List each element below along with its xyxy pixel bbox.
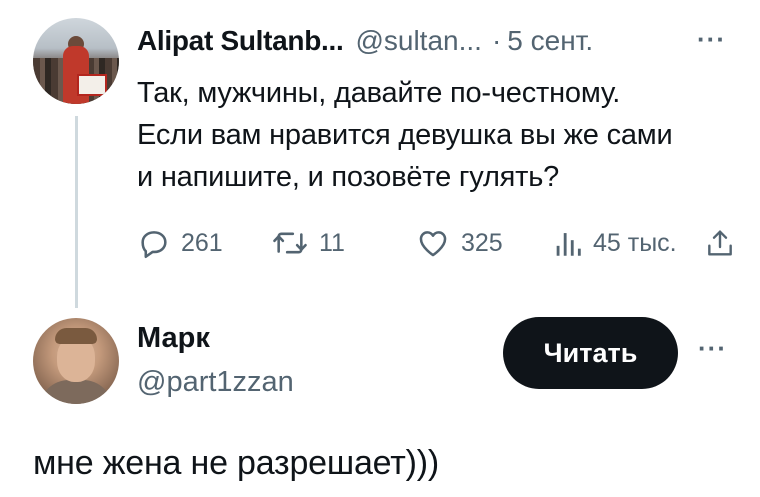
tweet-text-line: Если вам нравится девушка вы же сами — [137, 119, 673, 151]
views-count: 45 тыс. — [593, 228, 677, 257]
author-handle[interactable]: @sultan... — [355, 24, 481, 58]
reply-icon — [141, 231, 167, 259]
share-button[interactable] — [704, 226, 736, 260]
share-icon — [708, 230, 732, 256]
reply-text: мне жена не разрешает))) — [33, 444, 439, 482]
avatar-shirt — [39, 380, 113, 404]
tweet-actions-bar: 261 11 325 45 тыс. — [137, 226, 737, 266]
avatar-sign — [77, 74, 107, 96]
tweet-header: Alipat Sultanb... @sultan... · 5 сент. — [137, 24, 593, 58]
retweet-count: 11 — [319, 228, 345, 257]
avatar-hair — [55, 328, 97, 344]
views-button[interactable]: 45 тыс. — [553, 226, 677, 260]
reply-author-handle[interactable]: @part1zzan — [137, 366, 294, 399]
thread-connector-line — [75, 116, 78, 308]
views-icon — [556, 233, 581, 256]
like-icon — [419, 231, 447, 257]
reply-author-name[interactable]: Марк — [137, 322, 210, 355]
reply-author-avatar[interactable] — [33, 318, 119, 404]
tweet-more-button[interactable]: ··· — [697, 24, 726, 55]
author-avatar[interactable] — [33, 18, 119, 104]
author-name[interactable]: Alipat Sultanb... — [137, 24, 344, 58]
tweet-text: Так, мужчины, давайте по-честному. Если … — [137, 72, 737, 198]
like-button[interactable]: 325 — [415, 226, 503, 260]
like-count: 325 — [461, 228, 503, 257]
tweet-date[interactable]: 5 сент. — [507, 24, 593, 58]
reply-count: 261 — [181, 228, 223, 257]
reply-button[interactable]: 261 — [137, 226, 223, 260]
reply-more-button[interactable]: ··· — [698, 333, 727, 364]
header-separator: · — [491, 25, 502, 56]
retweet-icon — [273, 232, 307, 254]
follow-button[interactable]: Читать — [503, 317, 678, 389]
retweet-button[interactable]: 11 — [271, 226, 345, 260]
tweet-text-line: и напишите, и позовёте гулять? — [137, 161, 560, 193]
tweet-text-line: Так, мужчины, давайте по-честному. — [137, 77, 621, 109]
